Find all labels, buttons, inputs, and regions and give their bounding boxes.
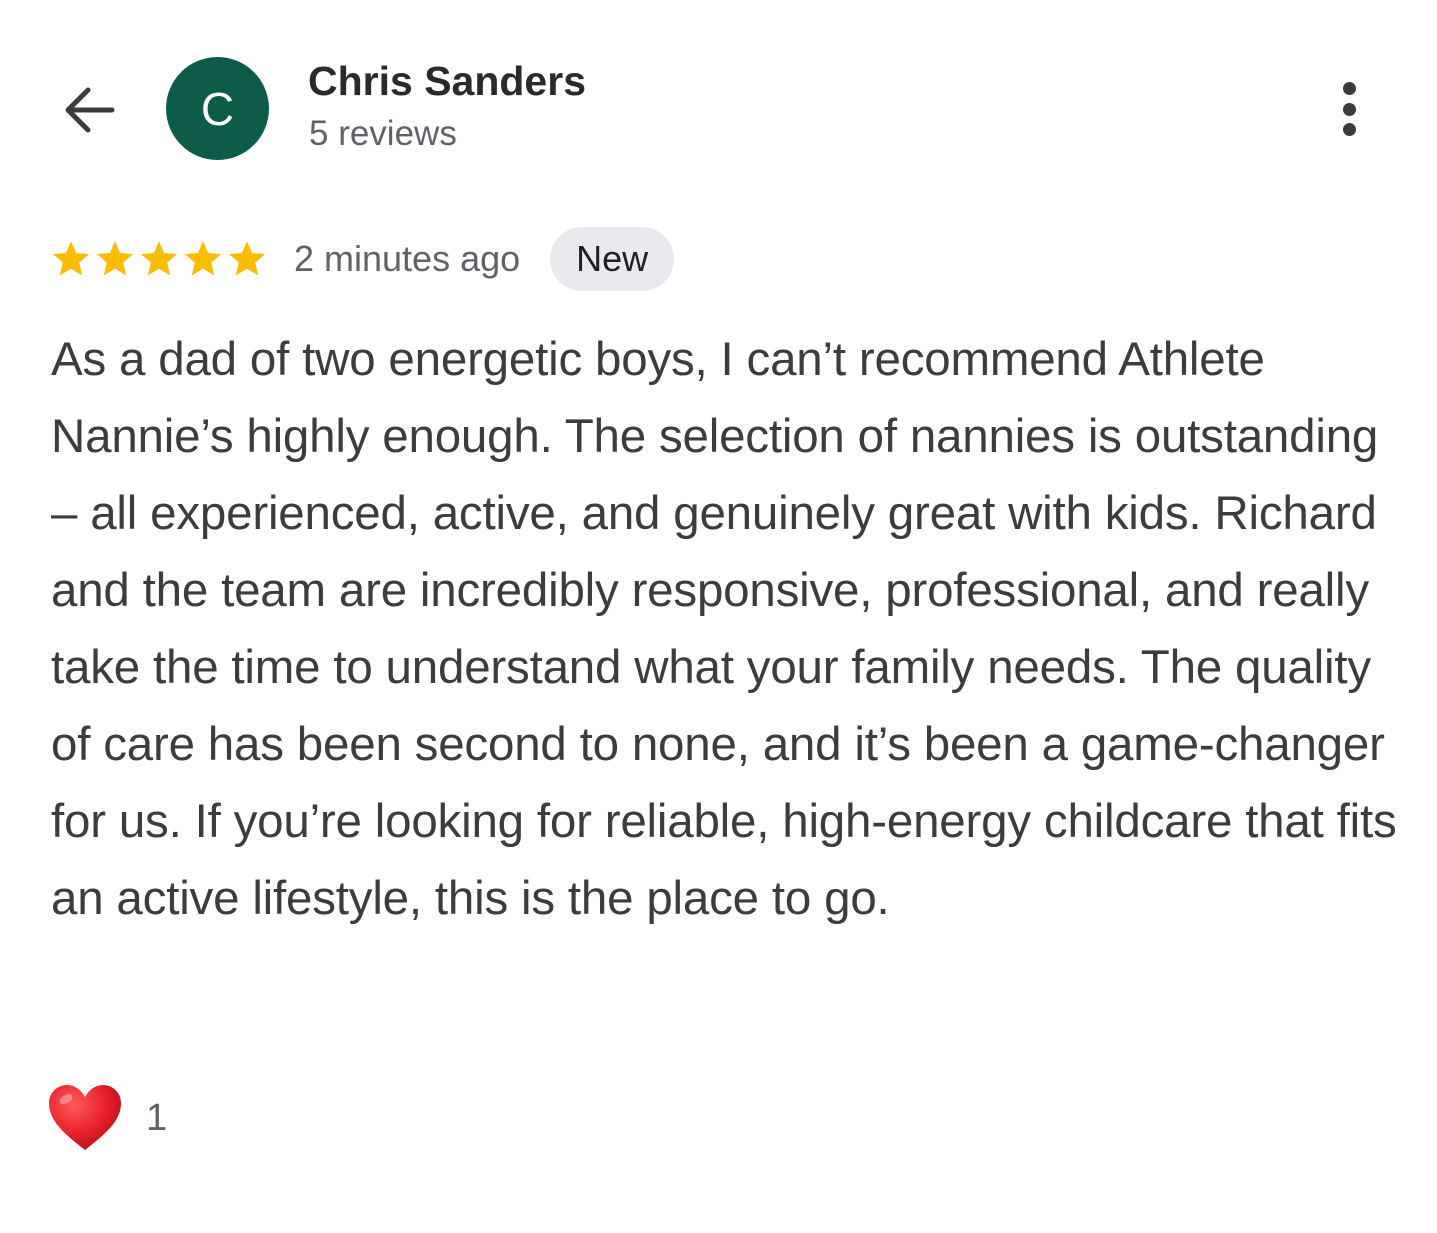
star-icon <box>52 241 90 276</box>
heart-icon <box>49 1085 121 1150</box>
more-options-button[interactable] <box>1322 78 1376 140</box>
star-icon <box>96 241 134 276</box>
arrow-left-icon <box>65 87 115 133</box>
more-vert-icon <box>1342 82 1356 95</box>
like-reaction-button[interactable]: 1 <box>46 1082 167 1154</box>
star-icon <box>184 241 222 276</box>
review-text: As a dad of two energetic boys, I can’t … <box>51 333 1397 925</box>
avatar[interactable]: C <box>166 57 269 160</box>
reaction-count: 1 <box>146 1096 168 1139</box>
avatar-letter: C <box>200 82 235 135</box>
star-rating <box>50 238 268 280</box>
star-icon <box>228 241 266 276</box>
reviewer-name[interactable]: Chris Sanders <box>308 58 586 105</box>
reviewer-review-count: 5 reviews <box>309 114 457 153</box>
review-timestamp: 2 minutes ago <box>294 238 521 279</box>
new-badge: New <box>550 227 675 291</box>
review-meta-row: 2 minutes ago New <box>50 226 675 292</box>
star-icon <box>140 241 178 276</box>
back-button[interactable] <box>56 78 120 142</box>
